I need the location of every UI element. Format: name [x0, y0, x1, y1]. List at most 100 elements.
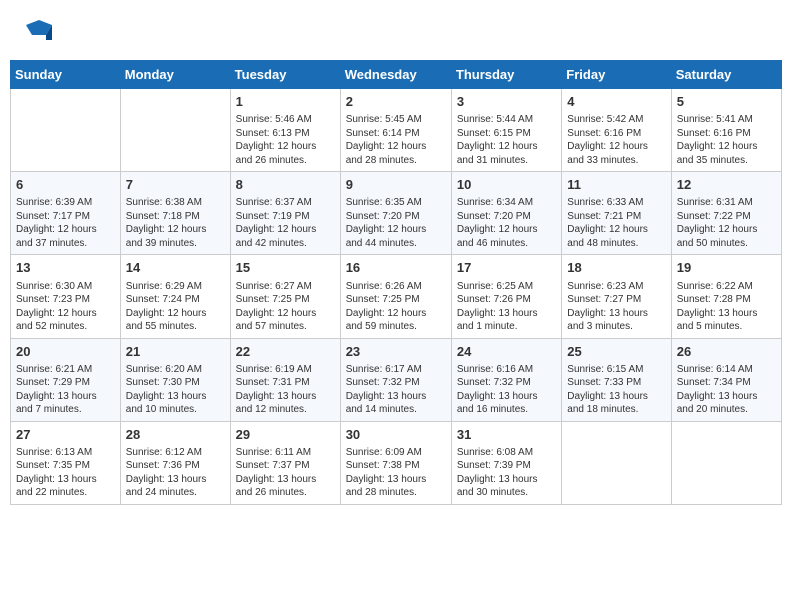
day-info: Sunrise: 6:39 AM Sunset: 7:17 PM Dayligh…: [16, 196, 115, 250]
day-info: Sunrise: 6:13 AM Sunset: 7:35 PM Dayligh…: [16, 446, 115, 500]
day-number: 30: [346, 426, 446, 444]
day-info: Sunrise: 6:38 AM Sunset: 7:18 PM Dayligh…: [126, 196, 225, 250]
day-number: 23: [346, 343, 446, 361]
calendar-header-row: SundayMondayTuesdayWednesdayThursdayFrid…: [11, 61, 782, 89]
day-info: Sunrise: 6:33 AM Sunset: 7:21 PM Dayligh…: [567, 196, 665, 250]
calendar-cell: 29 Sunrise: 6:11 AM Sunset: 7:37 PM Dayli…: [230, 421, 340, 504]
day-number: 2: [346, 93, 446, 111]
day-info: Sunrise: 6:29 AM Sunset: 7:24 PM Dayligh…: [126, 280, 225, 334]
day-number: 20: [16, 343, 115, 361]
day-info: Sunrise: 5:45 AM Sunset: 6:14 PM Dayligh…: [346, 113, 446, 167]
day-of-week-header: Thursday: [451, 61, 561, 89]
calendar-week-row: 20 Sunrise: 6:21 AM Sunset: 7:29 PM Dayli…: [11, 338, 782, 421]
day-info: Sunrise: 6:17 AM Sunset: 7:32 PM Dayligh…: [346, 363, 446, 417]
calendar-cell: 18 Sunrise: 6:23 AM Sunset: 7:27 PM Dayli…: [562, 255, 671, 338]
day-info: Sunrise: 6:21 AM Sunset: 7:29 PM Dayligh…: [16, 363, 115, 417]
day-number: 17: [457, 259, 556, 277]
calendar-cell: 26Sunrise: 6:14 AM Sunset: 7:34 PM Dayli…: [671, 338, 781, 421]
calendar-cell: 12 Sunrise: 6:31 AM Sunset: 7:22 PM Dayli…: [671, 172, 781, 255]
day-info: Sunrise: 6:08 AM Sunset: 7:39 PM Dayligh…: [457, 446, 556, 500]
day-number: 27: [16, 426, 115, 444]
day-number: 25: [567, 343, 665, 361]
day-number: 21: [126, 343, 225, 361]
day-of-week-header: Monday: [120, 61, 230, 89]
day-number: 4: [567, 93, 665, 111]
day-number: 5: [677, 93, 776, 111]
day-info: Sunrise: 5:44 AM Sunset: 6:15 PM Dayligh…: [457, 113, 556, 167]
calendar-cell: [671, 421, 781, 504]
day-info: Sunrise: 6:20 AM Sunset: 7:30 PM Dayligh…: [126, 363, 225, 417]
day-of-week-header: Wednesday: [340, 61, 451, 89]
calendar-cell: 30 Sunrise: 6:09 AM Sunset: 7:38 PM Dayli…: [340, 421, 451, 504]
day-info: Sunrise: 6:23 AM Sunset: 7:27 PM Dayligh…: [567, 280, 665, 334]
calendar-cell: 14Sunrise: 6:29 AM Sunset: 7:24 PM Dayli…: [120, 255, 230, 338]
calendar-cell: 15Sunrise: 6:27 AM Sunset: 7:25 PM Dayli…: [230, 255, 340, 338]
calendar-week-row: 27 Sunrise: 6:13 AM Sunset: 7:35 PM Dayli…: [11, 421, 782, 504]
calendar-cell: [11, 89, 121, 172]
calendar-week-row: 6 Sunrise: 6:39 AM Sunset: 7:17 PM Daylig…: [11, 172, 782, 255]
calendar-table: SundayMondayTuesdayWednesdayThursdayFrid…: [10, 60, 782, 505]
day-number: 31: [457, 426, 556, 444]
day-info: Sunrise: 6:15 AM Sunset: 7:33 PM Dayligh…: [567, 363, 665, 417]
calendar-cell: 4Sunrise: 5:42 AM Sunset: 6:16 PM Daylig…: [562, 89, 671, 172]
day-info: Sunrise: 6:34 AM Sunset: 7:20 PM Dayligh…: [457, 196, 556, 250]
logo: [20, 15, 54, 45]
calendar-cell: 24Sunrise: 6:16 AM Sunset: 7:32 PM Dayli…: [451, 338, 561, 421]
day-number: 6: [16, 176, 115, 194]
day-number: 29: [236, 426, 335, 444]
day-number: 22: [236, 343, 335, 361]
day-info: Sunrise: 5:46 AM Sunset: 6:13 PM Dayligh…: [236, 113, 335, 167]
day-info: Sunrise: 6:31 AM Sunset: 7:22 PM Dayligh…: [677, 196, 776, 250]
calendar-cell: 17 Sunrise: 6:25 AM Sunset: 7:26 PM Dayli…: [451, 255, 561, 338]
calendar-cell: 19 Sunrise: 6:22 AM Sunset: 7:28 PM Dayli…: [671, 255, 781, 338]
calendar-cell: [562, 421, 671, 504]
day-info: Sunrise: 6:22 AM Sunset: 7:28 PM Dayligh…: [677, 280, 776, 334]
day-info: Sunrise: 6:35 AM Sunset: 7:20 PM Dayligh…: [346, 196, 446, 250]
day-info: Sunrise: 6:25 AM Sunset: 7:26 PM Dayligh…: [457, 280, 556, 334]
calendar-cell: 1 Sunrise: 5:46 AM Sunset: 6:13 PM Daylig…: [230, 89, 340, 172]
logo-icon: [24, 15, 54, 45]
day-info: Sunrise: 6:12 AM Sunset: 7:36 PM Dayligh…: [126, 446, 225, 500]
calendar-cell: 6 Sunrise: 6:39 AM Sunset: 7:17 PM Daylig…: [11, 172, 121, 255]
day-info: Sunrise: 6:11 AM Sunset: 7:37 PM Dayligh…: [236, 446, 335, 500]
calendar-cell: 21 Sunrise: 6:20 AM Sunset: 7:30 PM Dayli…: [120, 338, 230, 421]
day-number: 3: [457, 93, 556, 111]
calendar-cell: 8Sunrise: 6:37 AM Sunset: 7:19 PM Daylig…: [230, 172, 340, 255]
calendar-body: 1 Sunrise: 5:46 AM Sunset: 6:13 PM Daylig…: [11, 89, 782, 505]
day-info: Sunrise: 5:41 AM Sunset: 6:16 PM Dayligh…: [677, 113, 776, 167]
header: [10, 10, 782, 50]
day-of-week-header: Tuesday: [230, 61, 340, 89]
calendar-week-row: 1 Sunrise: 5:46 AM Sunset: 6:13 PM Daylig…: [11, 89, 782, 172]
day-info: Sunrise: 6:30 AM Sunset: 7:23 PM Dayligh…: [16, 280, 115, 334]
day-number: 10: [457, 176, 556, 194]
calendar-cell: 10 Sunrise: 6:34 AM Sunset: 7:20 PM Dayli…: [451, 172, 561, 255]
day-of-week-header: Friday: [562, 61, 671, 89]
day-number: 9: [346, 176, 446, 194]
day-info: Sunrise: 6:09 AM Sunset: 7:38 PM Dayligh…: [346, 446, 446, 500]
calendar-cell: 20 Sunrise: 6:21 AM Sunset: 7:29 PM Dayli…: [11, 338, 121, 421]
calendar-week-row: 13 Sunrise: 6:30 AM Sunset: 7:23 PM Dayli…: [11, 255, 782, 338]
day-info: Sunrise: 6:19 AM Sunset: 7:31 PM Dayligh…: [236, 363, 335, 417]
calendar-cell: 9 Sunrise: 6:35 AM Sunset: 7:20 PM Daylig…: [340, 172, 451, 255]
day-number: 1: [236, 93, 335, 111]
day-number: 19: [677, 259, 776, 277]
day-number: 13: [16, 259, 115, 277]
calendar-cell: 5 Sunrise: 5:41 AM Sunset: 6:16 PM Daylig…: [671, 89, 781, 172]
day-number: 11: [567, 176, 665, 194]
calendar-cell: 28 Sunrise: 6:12 AM Sunset: 7:36 PM Dayli…: [120, 421, 230, 504]
day-number: 24: [457, 343, 556, 361]
day-info: Sunrise: 6:26 AM Sunset: 7:25 PM Dayligh…: [346, 280, 446, 334]
calendar-cell: 7 Sunrise: 6:38 AM Sunset: 7:18 PM Daylig…: [120, 172, 230, 255]
day-of-week-header: Saturday: [671, 61, 781, 89]
calendar-cell: 16Sunrise: 6:26 AM Sunset: 7:25 PM Dayli…: [340, 255, 451, 338]
day-number: 15: [236, 259, 335, 277]
day-number: 8: [236, 176, 335, 194]
day-number: 7: [126, 176, 225, 194]
calendar-cell: 3 Sunrise: 5:44 AM Sunset: 6:15 PM Daylig…: [451, 89, 561, 172]
day-number: 28: [126, 426, 225, 444]
day-number: 12: [677, 176, 776, 194]
calendar-cell: 23 Sunrise: 6:17 AM Sunset: 7:32 PM Dayli…: [340, 338, 451, 421]
day-number: 26: [677, 343, 776, 361]
day-number: 18: [567, 259, 665, 277]
calendar-cell: 11 Sunrise: 6:33 AM Sunset: 7:21 PM Dayli…: [562, 172, 671, 255]
